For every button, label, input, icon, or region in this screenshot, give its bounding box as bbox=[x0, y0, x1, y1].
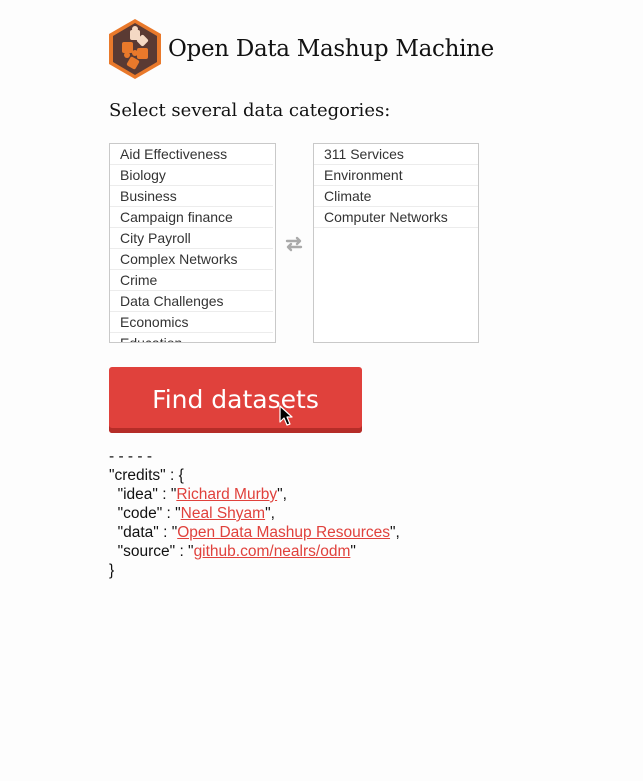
source-end: " bbox=[350, 543, 356, 560]
idea-link[interactable]: Richard Murby bbox=[176, 486, 277, 503]
idea-end: ", bbox=[277, 486, 287, 503]
list-item[interactable]: Aid Effectiveness bbox=[110, 144, 273, 165]
list-item[interactable]: City Payroll bbox=[110, 228, 273, 249]
list-item[interactable]: Business bbox=[110, 186, 273, 207]
list-item[interactable]: Biology bbox=[110, 165, 273, 186]
code-key: "code" : " bbox=[109, 505, 181, 522]
list-item[interactable]: Education bbox=[110, 333, 273, 342]
credits-separator: - - - - - bbox=[109, 448, 153, 465]
list-item[interactable]: Complex Networks bbox=[110, 249, 273, 270]
swap-arrows-icon[interactable] bbox=[283, 236, 305, 252]
code-link[interactable]: Neal Shyam bbox=[181, 505, 265, 522]
puzzle-logo-icon bbox=[109, 19, 161, 79]
category-prompt: Select several data categories: bbox=[109, 100, 391, 121]
code-end: ", bbox=[265, 505, 275, 522]
mouse-pointer-icon bbox=[279, 405, 293, 426]
list-item[interactable]: Computer Networks bbox=[314, 207, 478, 228]
credits-block: - - - - - "credits" : { "idea" : "Richar… bbox=[109, 447, 400, 580]
credits-open: "credits" : { bbox=[109, 467, 184, 484]
available-categories-list[interactable]: AgricultureAid EffectivenessBiologyBusin… bbox=[109, 143, 276, 343]
list-item[interactable]: Data Challenges bbox=[110, 291, 273, 312]
list-item[interactable]: 311 Services bbox=[314, 144, 478, 165]
source-link[interactable]: github.com/nealrs/odm bbox=[194, 543, 351, 560]
source-key: "source" : " bbox=[109, 543, 194, 560]
selected-categories-list[interactable]: 311 Services Environment Climate Computer N… bbox=[313, 143, 479, 343]
list-item[interactable]: Climate bbox=[314, 186, 478, 207]
app-title: Open Data Mashup Machine bbox=[168, 36, 494, 62]
list-item[interactable]: Campaign finance bbox=[110, 207, 273, 228]
list-item[interactable]: Economics bbox=[110, 312, 273, 333]
list-item[interactable]: Environment bbox=[314, 165, 478, 186]
credits-close: } bbox=[109, 562, 115, 579]
list-item[interactable]: Crime bbox=[110, 270, 273, 291]
find-datasets-button[interactable]: Find datasets bbox=[109, 367, 362, 433]
data-end: ", bbox=[390, 524, 400, 541]
data-key: "data" : " bbox=[109, 524, 178, 541]
idea-key: "idea" : " bbox=[109, 486, 177, 503]
data-link[interactable]: Open Data Mashup Resources bbox=[177, 524, 390, 541]
header: Open Data Mashup Machine bbox=[108, 18, 494, 80]
